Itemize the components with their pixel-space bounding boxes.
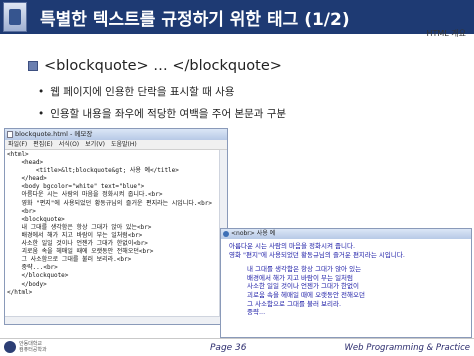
horizontal-scrollbar[interactable] (5, 316, 220, 324)
intro-line: 영화 "편지"에 사용되었던 황동규님의 즐거운 편지라는 시입니다. (229, 250, 405, 259)
browser-icon (223, 231, 229, 237)
school-name-line: 컴퓨터공학과 (19, 347, 47, 353)
notepad-titlebar[interactable]: blockquote.html - 메모장 (5, 129, 227, 140)
browser-content: 아름다운 시는 사람의 마음을 정화시켜 줍니다. 영화 "편지"에 사용되었던 … (221, 239, 471, 317)
code-line: </html> (7, 288, 33, 296)
notepad-icon (7, 131, 13, 138)
code-line: <blockquote> (7, 215, 65, 223)
menu-help[interactable]: 도움말(H) (111, 141, 137, 148)
code-line: 사소한 일일 것이나 언젠가 그대가 한없이<br> (7, 240, 148, 248)
section-heading: <blockquote> … </blockquote> (28, 58, 282, 74)
blockquote-line: 내 그대를 생각함은 항상 그대가 앉아 있는 (247, 265, 362, 274)
slide-title: 특별한 텍스트를 규정하기 위한 태그 (1/2) (40, 10, 350, 30)
notepad-title: blockquote.html - 메모장 (15, 130, 93, 138)
code-line: 배경에서 해가 지고 바람이 부는 일처럼<br> (7, 231, 143, 239)
code-line: <html> (7, 151, 29, 158)
page-number: Page 36 (210, 343, 247, 353)
course-name: Web Programming & Practice (344, 343, 471, 353)
blockquote-line: 중략... (247, 308, 266, 317)
menu-view[interactable]: 보기(V) (85, 141, 105, 148)
university-logo-icon (3, 2, 27, 32)
notepad-text-area[interactable]: <html> <head> <title>&lt;blockquote&gt; … (5, 150, 227, 297)
blockquote-line: 사소한 일일 것이나 언젠가 그대가 한없이 (247, 282, 359, 291)
code-line: </head> (7, 175, 47, 183)
code-line: 중략...<br> (7, 264, 58, 272)
menu-file[interactable]: 파일(F) (8, 141, 27, 148)
slide-header: 특별한 텍스트를 규정하기 위한 태그 (1/2) (0, 0, 474, 34)
square-bullet-icon (28, 61, 38, 71)
code-line: </body> (7, 280, 47, 288)
menu-format[interactable]: 서식(O) (59, 141, 79, 148)
code-line: </blockquote> (7, 272, 69, 280)
code-line: 내 그대를 생각함은 항상 그대가 앉아 있는<br> (7, 223, 152, 231)
blockquote-line: 괴로움 속을 헤매일 때에 오랫동안 전해오던 (247, 290, 365, 299)
school-logo-icon (4, 341, 16, 353)
code-line: 아름다운 시는 사람의 마음을 정화시켜 줍니다.<br> (7, 191, 163, 199)
code-line: <br> (7, 207, 36, 215)
browser-titlebar[interactable]: <nobr> 사용 예 (221, 229, 471, 239)
browser-window: <nobr> 사용 예 아름다운 시는 사람의 마음을 정화시켜 줍니다. 영화 … (220, 228, 472, 338)
intro-line: 아름다운 시는 사람의 마음을 정화시켜 줍니다. (229, 242, 356, 250)
blockquote-line: 그 사소함으로 그대를 불러 보리라. (247, 299, 342, 308)
menu-edit[interactable]: 편집(E) (33, 141, 53, 148)
school-name: 안동대학교 컴퓨터공학과 (19, 341, 47, 353)
notepad-window: blockquote.html - 메모장 파일(F) 편집(E) 서식(O) 보기(… (4, 128, 228, 325)
bullet-item: 인용할 내용을 좌우에 적당한 여백을 주어 본문과 구분 (38, 106, 286, 121)
bullet-item: 웹 페이지에 인용한 단락을 표시할 때 사용 (38, 84, 234, 99)
section-heading-text: <blockquote> … </blockquote> (44, 58, 282, 74)
slide-footer: 안동대학교 컴퓨터공학과 Page 36 Web Programming & Pr… (0, 338, 474, 356)
notepad-menubar: 파일(F) 편집(E) 서식(O) 보기(V) 도움말(H) (5, 140, 227, 150)
code-line: <head> (7, 159, 44, 167)
slide-subtag: HTML 개요 (426, 29, 466, 38)
code-line: 괴로움 속을 헤매일 때에 오랫동안 전해오던<br> (7, 248, 154, 256)
code-line: <title>&lt;blockquote&gt; 사용 예</title> (7, 167, 179, 175)
code-line: 영화 "편지"에 사용되었던 황동규님의 즐거운 편지라는 시입니다.<br> (7, 199, 212, 207)
browser-title: <nobr> 사용 예 (231, 230, 276, 237)
